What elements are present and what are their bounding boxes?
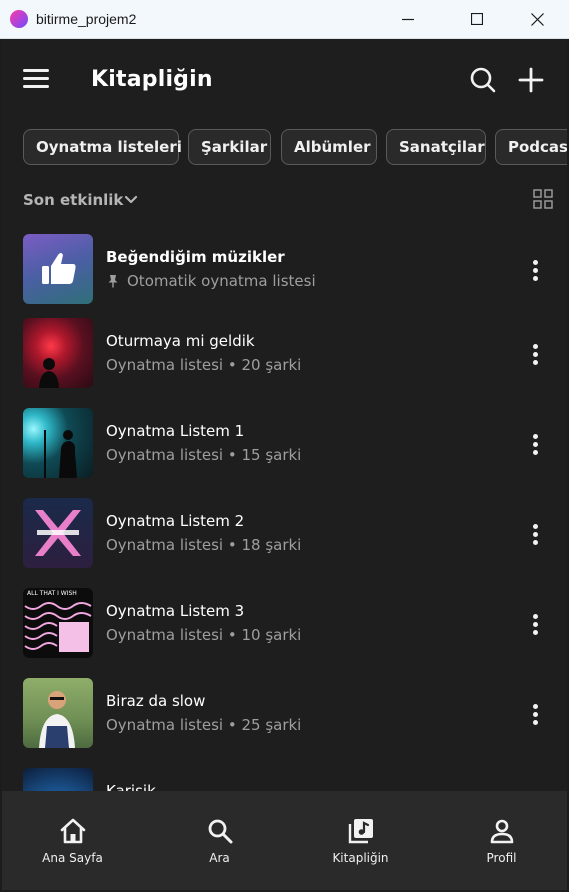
playlist-subtitle: Oynatma listesi • 15 şarki bbox=[106, 446, 302, 464]
playlist-title: Oynatma Listem 3 bbox=[106, 602, 245, 620]
chip-podcasts[interactable]: Podcast bbox=[495, 129, 567, 165]
more-options-button[interactable] bbox=[532, 524, 540, 546]
library-icon bbox=[348, 819, 373, 844]
playlist-cover bbox=[23, 498, 93, 568]
playlist-title: Oynatma Listem 1 bbox=[106, 422, 245, 440]
playlist-cover bbox=[23, 678, 93, 748]
sort-label[interactable]: Son etkinlik bbox=[23, 191, 123, 209]
playlist-title: Oynatma Listem 2 bbox=[106, 512, 245, 530]
playlist-title: Oturmaya mi geldik bbox=[106, 332, 255, 350]
page-title: Kitapliğin bbox=[91, 67, 213, 92]
playlist-subtitle: Oynatma listesi • 25 şarki bbox=[106, 716, 302, 734]
nav-label: Ara bbox=[209, 851, 230, 865]
library-header: Kitapliğin bbox=[2, 39, 567, 121]
library-list: Beğendiğim müzikler Otomatik oynatma lis… bbox=[2, 232, 567, 792]
list-item[interactable]: Karisik bbox=[2, 768, 567, 792]
bottom-nav: Ana Sayfa Ara Kitapliğin Profil bbox=[2, 791, 567, 890]
list-item[interactable]: Oynatma Listem 2 Oynatma listesi • 18 şa… bbox=[2, 498, 567, 570]
nav-library[interactable]: Kitapliğin bbox=[290, 791, 431, 890]
thumbs-up-icon bbox=[42, 253, 76, 284]
more-options-button[interactable] bbox=[532, 260, 540, 282]
app-logo-icon bbox=[10, 10, 28, 28]
playlist-subtitle: Oynatma listesi • 18 şarki bbox=[106, 536, 302, 554]
list-item[interactable]: Oynatma Listem 1 Oynatma listesi • 15 şa… bbox=[2, 408, 567, 480]
playlist-subtitle: Oynatma listesi • 20 şarki bbox=[106, 356, 302, 374]
playlist-cover bbox=[23, 768, 93, 792]
nav-search[interactable]: Ara bbox=[149, 791, 290, 890]
minimize-icon bbox=[402, 18, 414, 21]
chevron-down-icon[interactable] bbox=[124, 193, 138, 207]
playlist-subtitle: Oynatma listesi • 10 şarki bbox=[106, 626, 302, 644]
close-button[interactable] bbox=[514, 0, 560, 38]
list-item[interactable]: Biraz da slow Oynatma listesi • 25 şarki bbox=[2, 678, 567, 750]
list-item[interactable]: ALL THAT I WISH Oynatma Listem 3 Oynatma… bbox=[2, 588, 567, 660]
app-window: bitirme_projem2 Kitapliğin Oynatma liste… bbox=[0, 0, 569, 892]
menu-button[interactable] bbox=[23, 69, 49, 89]
person-icon bbox=[490, 819, 513, 844]
pin-icon bbox=[108, 275, 118, 288]
more-options-button[interactable] bbox=[532, 704, 540, 726]
nav-label: Ana Sayfa bbox=[42, 851, 103, 865]
maximize-icon bbox=[471, 13, 483, 25]
playlist-subtitle: Otomatik oynatma listesi bbox=[127, 272, 316, 290]
list-item[interactable]: Beğendiğim müzikler Otomatik oynatma lis… bbox=[2, 234, 567, 306]
playlist-title: Biraz da slow bbox=[106, 692, 206, 710]
maximize-button[interactable] bbox=[454, 0, 500, 38]
chip-albums[interactable]: Albümler bbox=[281, 129, 377, 165]
cover-text: ALL THAT I WISH bbox=[27, 590, 77, 597]
search-icon bbox=[208, 819, 232, 844]
search-icon[interactable] bbox=[468, 65, 498, 95]
minimize-button[interactable] bbox=[385, 0, 431, 38]
menu-icon bbox=[23, 69, 49, 72]
playlist-cover: ALL THAT I WISH bbox=[23, 588, 93, 658]
window-titlebar: bitirme_projem2 bbox=[0, 0, 569, 39]
grid-view-icon[interactable] bbox=[533, 189, 553, 209]
liked-music-cover bbox=[23, 234, 93, 304]
nav-label: Kitapliğin bbox=[332, 851, 389, 865]
playlist-title: Beğendiğim müzikler bbox=[106, 248, 285, 266]
app-content: Kitapliğin Oynatma listeleri Şarkilar Al… bbox=[2, 39, 567, 890]
chip-playlists[interactable]: Oynatma listeleri bbox=[23, 129, 182, 165]
playlist-cover bbox=[23, 318, 93, 388]
playlist-cover bbox=[23, 408, 93, 478]
add-icon[interactable] bbox=[516, 65, 546, 95]
nav-home[interactable]: Ana Sayfa bbox=[2, 791, 143, 890]
window-title: bitirme_projem2 bbox=[36, 11, 137, 27]
close-icon bbox=[530, 12, 544, 26]
chip-artists[interactable]: Sanatçilar bbox=[386, 129, 486, 165]
nav-label: Profil bbox=[486, 851, 517, 865]
more-options-button[interactable] bbox=[532, 434, 540, 456]
sort-row: Son etkinlik bbox=[23, 189, 553, 213]
nav-profile[interactable]: Profil bbox=[431, 791, 567, 890]
more-options-button[interactable] bbox=[532, 614, 540, 636]
more-options-button[interactable] bbox=[532, 344, 540, 366]
chip-songs[interactable]: Şarkilar bbox=[188, 129, 271, 165]
home-icon bbox=[60, 818, 85, 844]
list-item[interactable]: Oturmaya mi geldik Oynatma listesi • 20 … bbox=[2, 318, 567, 390]
